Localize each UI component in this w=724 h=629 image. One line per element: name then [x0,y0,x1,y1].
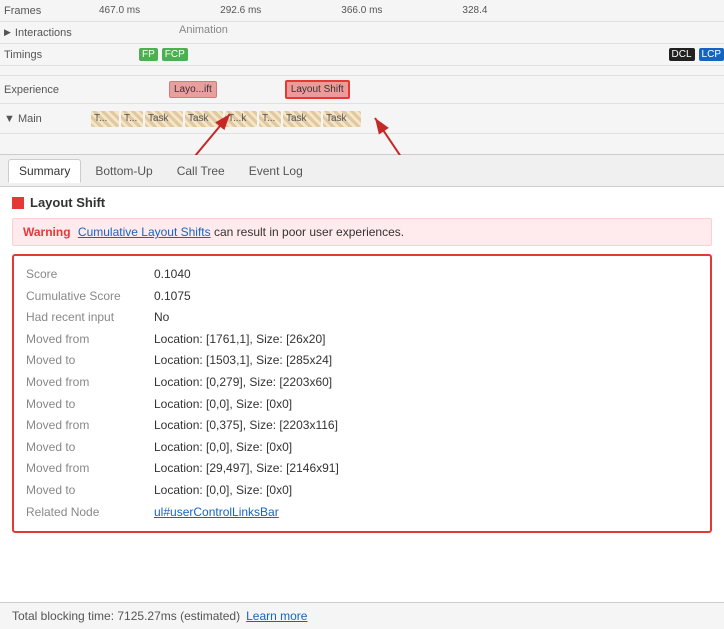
cumulative-score-value: 0.1075 [154,286,191,308]
timings-content: FP FCP DCL LCP [89,44,724,65]
section-title-text: Layout Shift [30,195,105,210]
detail-recent-input: Had recent input No [26,307,698,329]
tab-bottom-up[interactable]: Bottom-Up [85,160,162,182]
interactions-expand-icon[interactable]: ▶ [4,27,11,38]
detail-moved-from-1: Moved from Location: [1761,1], Size: [26… [26,329,698,351]
moved-from-3-label: Moved from [26,415,146,437]
detail-moved-to-1: Moved to Location: [1503,1], Size: [285x… [26,350,698,372]
task-1[interactable]: T... [121,111,143,127]
main-row: ▼ Main T... T... Task Task T...k T... Ta… [0,104,724,134]
detail-moved-to-2: Moved to Location: [0,0], Size: [0x0] [26,394,698,416]
detail-moved-to-3: Moved to Location: [0,0], Size: [0x0] [26,437,698,459]
moved-from-1-value: Location: [1761,1], Size: [26x20] [154,329,325,351]
moved-to-3-label: Moved to [26,437,146,459]
timings-row: Timings FP FCP DCL LCP [0,44,724,66]
frame-time-2: 366.0 ms [341,5,382,16]
frames-row: Frames 467.0 ms 292.6 ms 366.0 ms 328.4 [0,0,724,22]
tabs-row: Summary Bottom-Up Call Tree Event Log [0,155,724,187]
fcp-badge: FCP [162,48,188,61]
main-label: ▼ Main [4,113,89,125]
cumulative-score-label: Cumulative Score [26,286,146,308]
warning-text: can result in poor user experiences. [214,225,404,239]
moved-from-1-label: Moved from [26,329,146,351]
experience-content: Layo...ift Layout Shift ↑ [89,76,724,103]
task-0[interactable]: T... [91,111,119,127]
spacer-row [0,66,724,76]
frames-label: Frames [4,5,89,17]
footer: Total blocking time: 7125.27ms (estimate… [0,602,724,629]
cumulative-layout-shifts-link[interactable]: Cumulative Layout Shifts [78,225,211,239]
main-tasks: T... T... Task Task T...k T... Task Task [89,108,361,130]
footer-text: Total blocking time: 7125.27ms (estimate… [12,609,240,623]
moved-from-4-label: Moved from [26,458,146,480]
moved-from-2-label: Moved from [26,372,146,394]
frame-time-0: 467.0 ms [99,5,140,16]
detail-moved-from-4: Moved from Location: [29,497], Size: [21… [26,458,698,480]
details-box: Score 0.1040 Cumulative Score 0.1075 Had… [12,254,712,533]
detail-cumulative-score: Cumulative Score 0.1075 [26,286,698,308]
timings-label: Timings [4,49,89,61]
moved-to-2-label: Moved to [26,394,146,416]
tab-event-log[interactable]: Event Log [239,160,313,182]
moved-to-3-value: Location: [0,0], Size: [0x0] [154,437,292,459]
moved-to-1-value: Location: [1503,1], Size: [285x24] [154,350,332,372]
moved-from-3-value: Location: [0,375], Size: [2203x116] [154,415,338,437]
recent-input-value: No [154,307,169,329]
frame-markers: 467.0 ms 292.6 ms 366.0 ms 328.4 [89,5,724,16]
moved-from-4-value: Location: [29,497], Size: [2146x91] [154,458,339,480]
interactions-label: ▶ Interactions [4,27,89,39]
task-6[interactable]: Task [283,111,321,127]
section-title: Layout Shift [12,195,712,210]
detail-moved-to-4: Moved to Location: [0,0], Size: [0x0] [26,480,698,502]
dcl-badge: DCL [669,48,695,61]
moved-to-1-label: Moved to [26,350,146,372]
moved-to-4-value: Location: [0,0], Size: [0x0] [154,480,292,502]
task-4[interactable]: T...k [225,111,257,127]
related-node-value[interactable]: ul#userControlLinksBar [154,502,279,524]
recent-input-label: Had recent input [26,307,146,329]
related-node-label: Related Node [26,502,146,524]
learn-more-link[interactable]: Learn more [246,609,307,623]
task-2[interactable]: Task [145,111,183,127]
frame-time-3: 328.4 [462,5,487,16]
frame-time-1: 292.6 ms [220,5,261,16]
red-square-icon [12,197,24,209]
detail-moved-from-3: Moved from Location: [0,375], Size: [220… [26,415,698,437]
content-area: Layout Shift Warning Cumulative Layout S… [0,187,724,541]
ls-box-1[interactable]: Layo...ift [169,81,217,98]
fp-badge: FP [139,48,158,61]
detail-score: Score 0.1040 [26,264,698,286]
timeline-wrapper: Frames 467.0 ms 292.6 ms 366.0 ms 328.4 … [0,0,724,155]
task-3[interactable]: Task [185,111,223,127]
timeline-area: Frames 467.0 ms 292.6 ms 366.0 ms 328.4 … [0,0,724,155]
moved-from-2-value: Location: [0,279], Size: [2203x60] [154,372,332,394]
experience-label: Experience [4,84,89,96]
detail-related-node: Related Node ul#userControlLinksBar [26,502,698,524]
score-label: Score [26,264,146,286]
score-value: 0.1040 [154,264,191,286]
interactions-row: ▶ Interactions Animation [0,22,724,44]
detail-moved-from-2: Moved from Location: [0,279], Size: [220… [26,372,698,394]
interactions-content: Animation [89,22,724,43]
warning-label: Warning [23,225,71,239]
moved-to-2-value: Location: [0,0], Size: [0x0] [154,394,292,416]
tab-summary[interactable]: Summary [8,159,81,183]
experience-row: Experience Layo...ift Layout Shift ↑ [0,76,724,104]
ls-box-2-selected[interactable]: Layout Shift ↑ [285,80,350,99]
warning-bar: Warning Cumulative Layout Shifts can res… [12,218,712,246]
tab-call-tree[interactable]: Call Tree [167,160,235,182]
lcp-badge: LCP [699,48,724,61]
moved-to-4-label: Moved to [26,480,146,502]
animation-label: Animation [179,24,228,36]
task-7[interactable]: Task [323,111,361,127]
task-5[interactable]: T... [259,111,281,127]
